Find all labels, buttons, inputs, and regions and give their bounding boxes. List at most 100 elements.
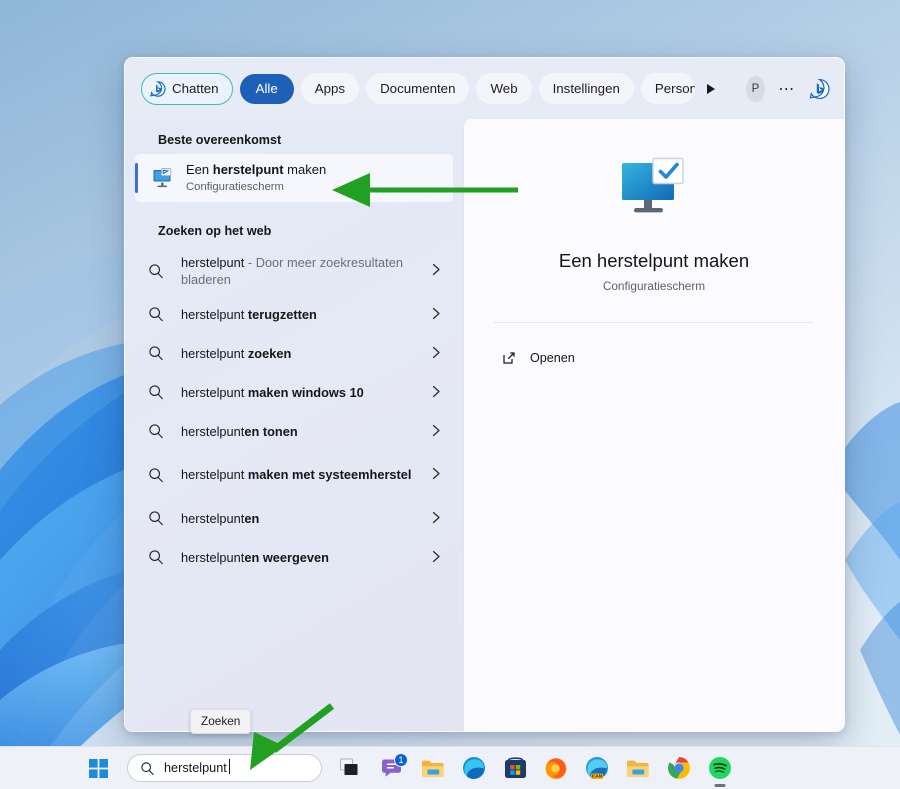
desktop: Chatten Alle Apps Documenten Web Instell…	[0, 0, 900, 789]
file-explorer-button[interactable]	[418, 753, 448, 783]
tab-alle[interactable]: Alle	[239, 73, 294, 104]
taskbar-items: herstelpunt 1 CAN	[0, 753, 735, 787]
web-result-plain: herstelpunt	[181, 384, 248, 400]
avatar[interactable]: P	[746, 75, 765, 102]
task-view-button[interactable]	[336, 753, 366, 783]
search-icon	[148, 345, 170, 362]
microsoft-edge-icon	[463, 757, 485, 779]
chevron-right-icon	[431, 346, 443, 362]
svg-text:CAN: CAN	[592, 774, 603, 780]
tab-documenten[interactable]: Documenten	[366, 73, 470, 104]
web-result-label: herstelpunt maken met systeemherstel	[181, 466, 431, 483]
taskbar-search-box[interactable]: herstelpunt	[127, 754, 322, 782]
tab-apps[interactable]: Apps	[300, 73, 360, 104]
google-chrome-button[interactable]	[664, 753, 694, 783]
chevron-right-icon	[431, 511, 443, 527]
web-result-label: herstelpunt - Door meer zoekresultaten b…	[181, 254, 431, 289]
restore-point-monitor-large-icon	[622, 157, 684, 213]
web-result-row[interactable]: herstelpunt maken met systeemherstel	[135, 451, 453, 499]
preview-open-action[interactable]: Openen	[494, 343, 814, 373]
task-view-icon	[340, 758, 358, 775]
preview-subtitle: Configuratiescherm	[602, 279, 706, 293]
search-icon	[148, 384, 170, 401]
web-result-row[interactable]: herstelpunt maken windows 10	[135, 373, 453, 412]
search-icon	[148, 549, 170, 566]
google-chrome-icon	[668, 757, 690, 779]
search-flyout-body: Beste overeenkomst Een herstelpunt maken…	[125, 119, 844, 731]
web-result-bold: maken met systeemherstel	[247, 467, 412, 483]
search-tooltip: Zoeken	[190, 709, 252, 734]
bing-chat-icon[interactable]	[809, 74, 830, 104]
tab-web-label: Web	[490, 81, 518, 96]
search-icon	[141, 761, 154, 775]
taskbar: herstelpunt 1 CAN	[0, 746, 900, 789]
best-match-result[interactable]: Een herstelpunt maken Configuratiescherm	[135, 154, 453, 202]
web-result-row[interactable]: herstelpunten	[135, 499, 453, 538]
web-result-row[interactable]: herstelpunt zoeken	[135, 334, 453, 373]
chat-badge: 1	[394, 753, 408, 767]
best-match-subtitle: Configuratiescherm	[186, 180, 284, 193]
search-tooltip-label: Zoeken	[201, 714, 241, 728]
web-search-heading: Zoeken op het web	[158, 224, 272, 238]
web-result-row[interactable]: herstelpunt - Door meer zoekresultaten b…	[135, 247, 453, 295]
web-result-row[interactable]: herstelpunt terugzetten	[135, 295, 453, 334]
folder-button[interactable]	[623, 753, 653, 783]
microsoft-edge-button[interactable]	[459, 753, 489, 783]
tab-instellingen-label: Instellingen	[552, 81, 620, 96]
tab-instellingen[interactable]: Instellingen	[538, 73, 634, 104]
file-explorer-icon	[422, 760, 444, 777]
microsoft-store-button[interactable]	[500, 753, 530, 783]
web-result-label: herstelpunt maken windows 10	[181, 384, 431, 401]
web-result-plain: herstelpunt	[181, 510, 245, 526]
web-result-bold: maken windows 10	[247, 384, 364, 400]
search-icon	[148, 263, 170, 280]
play-triangle-icon	[707, 83, 716, 94]
tab-chatten-label: Chatten	[172, 81, 219, 96]
best-match-heading: Beste overeenkomst	[158, 133, 282, 147]
tab-alle-label: Alle	[255, 81, 278, 96]
tab-documenten-label: Documenten	[380, 81, 456, 96]
tab-apps-label: Apps	[314, 81, 346, 96]
web-result-plain: herstelpunt	[181, 467, 248, 483]
preview-icon-wrap	[494, 157, 814, 227]
tab-chatten[interactable]: Chatten	[141, 72, 233, 105]
bm-suffix: maken	[283, 161, 327, 177]
firefox-button[interactable]	[541, 753, 571, 783]
edge-canary-button[interactable]: CAN	[582, 753, 612, 783]
bing-icon	[150, 80, 166, 97]
spotify-button[interactable]	[705, 753, 735, 787]
more-tabs-button[interactable]	[702, 76, 720, 102]
web-result-label: herstelpunten tonen	[181, 423, 431, 440]
web-result-row[interactable]: herstelpunten weergeven	[135, 538, 453, 577]
web-result-bold: terugzetten	[247, 306, 317, 322]
windows-start-icon	[88, 758, 108, 778]
results-pane: Beste overeenkomst Een herstelpunt maken…	[125, 119, 463, 731]
spotify-running-indicator	[714, 784, 726, 787]
web-result-bold: en tonen	[244, 423, 298, 439]
ellipsis-icon[interactable]: ⋯	[778, 76, 796, 102]
web-result-label: herstelpunten weergeven	[181, 549, 431, 566]
chevron-right-icon	[431, 385, 443, 401]
web-result-plain: herstelpunt	[181, 306, 248, 322]
chat-teams-button[interactable]: 1	[377, 753, 408, 783]
search-flyout: Chatten Alle Apps Documenten Web Instell…	[124, 57, 845, 732]
preview-title: Een herstelpunt maken	[558, 250, 750, 271]
search-flyout-header: Chatten Alle Apps Documenten Web Instell…	[125, 58, 844, 119]
web-result-label: herstelpunt zoeken	[181, 345, 431, 362]
web-result-plain: herstelpunt	[181, 423, 245, 439]
web-result-bold: zoeken	[247, 345, 292, 361]
best-match-title: Een herstelpunt maken	[186, 162, 326, 179]
restore-point-monitor-icon	[153, 168, 172, 188]
web-result-bold: en	[244, 510, 260, 526]
chevron-right-icon	[431, 550, 443, 566]
taskbar-search-input[interactable]: herstelpunt	[164, 759, 230, 775]
search-icon	[148, 467, 170, 484]
tab-web[interactable]: Web	[476, 73, 532, 104]
web-result-row[interactable]: herstelpunten tonen	[135, 412, 453, 451]
web-results-list: herstelpunt - Door meer zoekresultaten b…	[125, 245, 463, 577]
best-match-texts: Een herstelpunt maken Configuratiescherm	[186, 162, 326, 194]
windows-start-button[interactable]	[83, 753, 113, 783]
edge-canary-icon: CAN	[586, 757, 608, 780]
tab-personen[interactable]: Personen	[640, 73, 695, 104]
chevron-right-icon	[431, 467, 443, 483]
